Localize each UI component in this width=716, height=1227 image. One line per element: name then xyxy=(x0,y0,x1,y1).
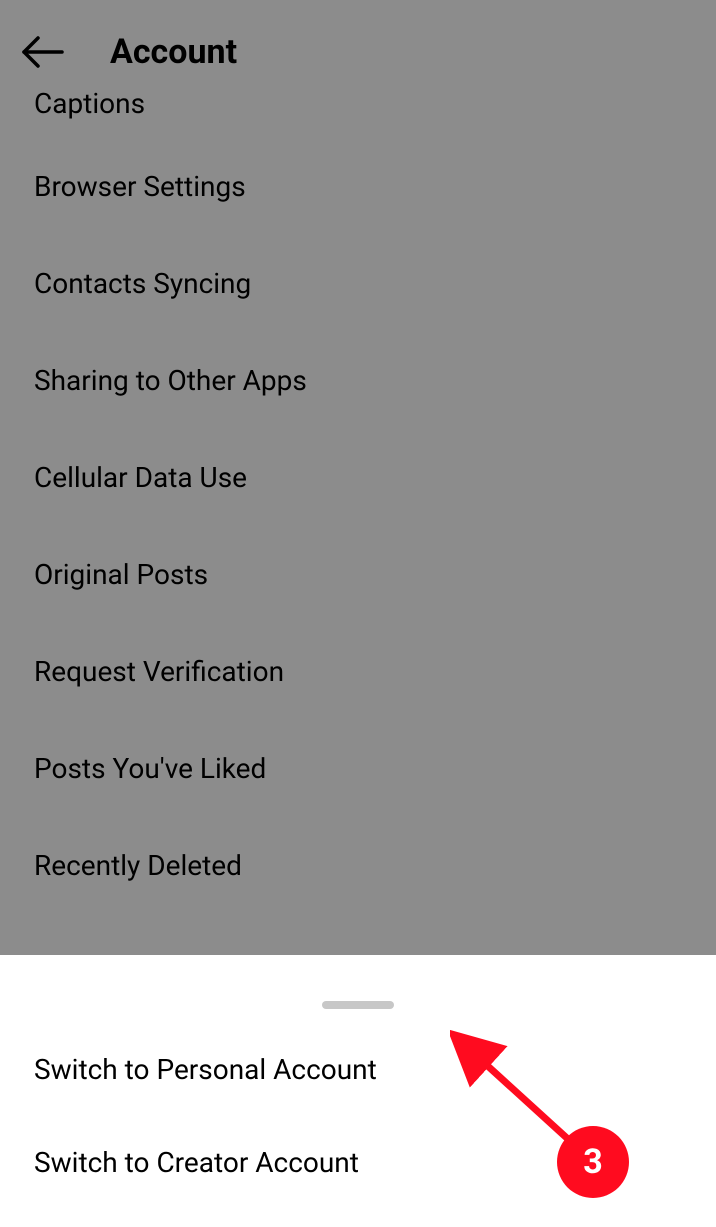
settings-item-cellular-data-use[interactable]: Cellular Data Use xyxy=(0,429,716,526)
drag-handle-icon[interactable] xyxy=(322,1001,394,1009)
list-item-label: Original Posts xyxy=(34,558,208,591)
settings-item-contacts-syncing[interactable]: Contacts Syncing xyxy=(0,235,716,332)
page-title: Account xyxy=(110,32,237,72)
list-item-label: Request Verification xyxy=(34,655,284,688)
list-item-label: Recently Deleted xyxy=(34,849,242,882)
settings-item-sharing-other-apps[interactable]: Sharing to Other Apps xyxy=(0,332,716,429)
list-item-label: Posts You've Liked xyxy=(34,752,266,785)
sheet-item-label: Switch to Creator Account xyxy=(34,1146,359,1179)
settings-item-original-posts[interactable]: Original Posts xyxy=(0,526,716,623)
sheet-item-switch-personal[interactable]: Switch to Personal Account xyxy=(0,1023,716,1116)
sheet-item-label: Switch to Personal Account xyxy=(34,1053,377,1086)
settings-item-recently-deleted[interactable]: Recently Deleted xyxy=(0,817,716,914)
settings-item-captions[interactable]: Captions xyxy=(0,87,716,138)
settings-item-request-verification[interactable]: Request Verification xyxy=(0,623,716,720)
back-arrow-icon[interactable] xyxy=(20,30,64,74)
list-item-label: Sharing to Other Apps xyxy=(34,364,307,397)
settings-item-posts-liked[interactable]: Posts You've Liked xyxy=(0,720,716,817)
settings-list: Captions Browser Settings Contacts Synci… xyxy=(0,87,716,914)
list-item-label: Contacts Syncing xyxy=(34,267,251,300)
annotation-badge-number: 3 xyxy=(583,1142,603,1182)
list-item-label: Browser Settings xyxy=(34,170,246,203)
annotation-step-badge: 3 xyxy=(557,1126,629,1198)
list-item-label: Captions xyxy=(34,87,145,120)
list-item-label: Cellular Data Use xyxy=(34,461,247,494)
settings-item-browser-settings[interactable]: Browser Settings xyxy=(0,138,716,235)
